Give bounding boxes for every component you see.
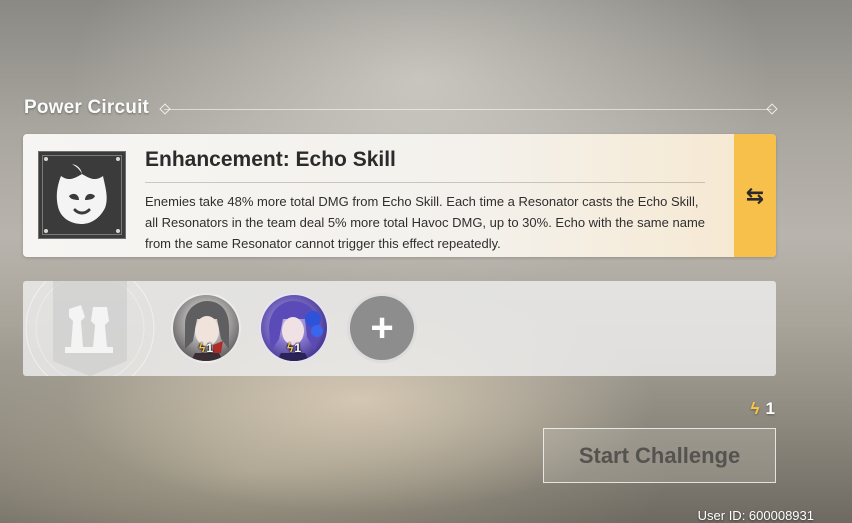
team-panel: ϟ 1 ϟ 1 +	[23, 281, 776, 376]
bolt-icon: ϟ	[286, 341, 294, 355]
bolt-icon: ϟ	[750, 399, 760, 418]
ghost-mask-icon	[56, 164, 107, 224]
bolt-icon: ϟ	[198, 341, 206, 355]
section-title: Power Circuit	[24, 97, 150, 118]
effect-description: Enemies take 48% more total DMG from Ech…	[145, 194, 705, 251]
total-cost-indicator: ϟ 1	[751, 399, 775, 419]
add-member-button[interactable]: +	[347, 293, 417, 363]
chess-pieces-emblem-icon	[25, 281, 155, 376]
team-member-1[interactable]: ϟ 1	[171, 293, 241, 363]
header-diamond-right-icon	[766, 103, 778, 115]
member-cost-badge: ϟ 1	[286, 341, 302, 355]
header-divider	[164, 109, 772, 110]
plus-icon: +	[370, 306, 394, 350]
start-challenge-button[interactable]: Start Challenge	[543, 428, 776, 483]
effect-card: Enhancement: Echo Skill Enemies take 48%…	[23, 134, 776, 257]
effect-divider	[145, 182, 705, 183]
team-member-2[interactable]: ϟ 1	[259, 293, 329, 363]
swap-effect-button[interactable]: ⇆	[734, 134, 776, 257]
power-circuit-header: Power Circuit	[24, 97, 778, 121]
total-cost-value: 1	[765, 399, 775, 418]
member-cost-badge: ϟ 1	[198, 341, 214, 355]
swap-arrows-icon: ⇆	[745, 182, 765, 208]
user-id-label: User ID: 600008931	[697, 508, 814, 523]
effect-icon-frame	[38, 151, 126, 239]
effect-title: Enhancement: Echo Skill	[145, 148, 396, 171]
